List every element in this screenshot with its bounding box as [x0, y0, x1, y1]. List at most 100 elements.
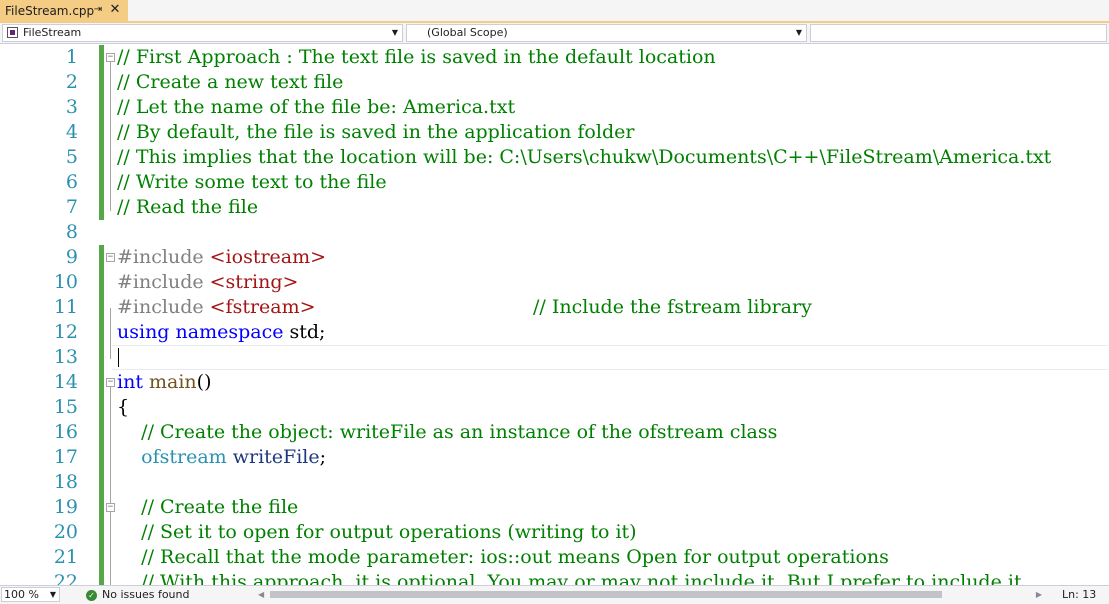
pin-icon[interactable]: ⇥ — [92, 4, 104, 16]
code-token: // Create the object: writeFile as an in… — [141, 421, 778, 443]
change-marker — [99, 195, 104, 220]
change-marker — [99, 170, 104, 195]
code-text: // Let the name of the file be: America.… — [117, 95, 515, 120]
project-dropdown-value: FileStream — [23, 26, 82, 39]
line-number: 4 — [65, 121, 78, 143]
change-marker — [99, 420, 104, 445]
zoom-level: 100 % — [4, 588, 39, 601]
change-marker — [99, 120, 104, 145]
change-marker — [99, 470, 104, 495]
scroll-right-icon[interactable]: ▶ — [1036, 588, 1042, 601]
code-token: namespace — [175, 321, 284, 343]
change-marker — [99, 570, 104, 585]
code-line[interactable]: 18 — [0, 470, 1109, 495]
code-text: // This implies that the location will b… — [117, 145, 1051, 170]
issues-text: No issues found — [102, 588, 190, 601]
code-token: { — [117, 396, 130, 418]
code-line[interactable]: 13 — [0, 345, 1109, 370]
code-line[interactable]: 14 − int main() — [0, 370, 1109, 395]
code-line[interactable]: 6 // Write some text to the file — [0, 170, 1109, 195]
member-dropdown[interactable] — [810, 24, 1107, 42]
line-number: 1 — [65, 46, 78, 68]
code-text: #include <iostream> — [117, 245, 326, 270]
code-token: () — [196, 371, 212, 393]
scope-dropdown[interactable]: (Global Scope) ▼ — [406, 24, 807, 42]
code-line[interactable]: 3 // Let the name of the file be: America… — [0, 95, 1109, 120]
code-text: // Read the file — [117, 195, 258, 220]
code-text: #include <fstream> // Include the fstrea… — [117, 295, 812, 320]
code-line[interactable]: 1 −// First Approach : The text file is s… — [0, 45, 1109, 70]
collapse-icon[interactable]: − — [106, 253, 115, 262]
code-token: // Read the file — [117, 196, 259, 218]
close-icon[interactable]: ✕ — [108, 3, 122, 17]
check-circle-icon: ✓ — [86, 589, 97, 601]
project-dropdown[interactable]: FileStream ▼ — [2, 24, 403, 42]
code-line[interactable]: 5 // This implies that the location will … — [0, 145, 1109, 170]
chevron-down-icon: ▼ — [795, 28, 802, 37]
line-number: 8 — [65, 221, 78, 243]
code-token: main — [149, 371, 197, 393]
code-line[interactable]: 10 #include <string> — [0, 270, 1109, 295]
code-text: using namespace std; — [117, 320, 325, 345]
code-token: // With this approach, it is optional. Y… — [141, 571, 1022, 585]
line-number: 19 — [53, 496, 78, 518]
code-line[interactable]: 9 − #include <iostream> — [0, 245, 1109, 270]
issues-indicator[interactable]: ✓ No issues found — [86, 587, 189, 603]
scroll-left-icon[interactable]: ◀ — [258, 588, 264, 601]
code-token: // Write some text to the file — [117, 171, 387, 193]
line-number: 18 — [53, 471, 78, 493]
code-editor[interactable]: 1−// First Approach : The text file is s… — [0, 44, 1109, 585]
line-number: 7 — [65, 196, 78, 218]
line-number: 16 — [53, 421, 78, 443]
change-marker — [99, 545, 104, 570]
code-token: using — [117, 321, 170, 343]
code-line[interactable]: 7 // Read the file — [0, 195, 1109, 220]
document-tab-filestream[interactable]: FileStream.cpp ⇥ ✕ — [0, 0, 128, 21]
code-token: // Create the file — [141, 496, 299, 518]
text-caret — [118, 348, 119, 367]
line-number: 11 — [53, 296, 78, 318]
line-number: 5 — [65, 146, 78, 168]
project-icon — [7, 27, 18, 38]
line-number: 20 — [53, 521, 78, 543]
line-number-status[interactable]: Ln: 13 — [1062, 587, 1096, 603]
code-line[interactable]: 4 // By default, the file is saved in the… — [0, 120, 1109, 145]
document-tab-strip: FileStream.cpp ⇥ ✕ — [0, 0, 1109, 23]
code-token: <string> — [209, 271, 299, 293]
chevron-down-icon: ▼ — [391, 28, 398, 37]
scope-dropdown-value: (Global Scope) — [427, 26, 508, 39]
code-line[interactable]: 2 // Create a new text file — [0, 70, 1109, 95]
code-line[interactable]: 16 // Create the object: writeFile as an… — [0, 420, 1109, 445]
line-number: 13 — [53, 346, 78, 368]
line-number: 22 — [53, 571, 78, 585]
collapse-icon[interactable]: − — [106, 503, 115, 512]
code-line[interactable]: 12 using namespace std; — [0, 320, 1109, 345]
code-text: // Create a new text file — [117, 70, 343, 95]
horizontal-scrollbar[interactable]: ◀ ▶ — [258, 588, 1042, 601]
current-line-highlight — [112, 345, 1108, 370]
change-marker — [99, 520, 104, 545]
code-line[interactable]: 21 // Recall that the mode parameter: io… — [0, 545, 1109, 570]
code-text: // Create the object: writeFile as an in… — [117, 420, 777, 445]
code-line[interactable]: 17 ofstream writeFile; — [0, 445, 1109, 470]
code-line[interactable]: 22 // With this approach, it is optional… — [0, 570, 1109, 585]
collapse-icon[interactable]: − — [106, 378, 115, 387]
code-line[interactable]: 8 — [0, 220, 1109, 245]
zoom-dropdown[interactable]: 100 % ▼ — [1, 587, 60, 602]
code-token: // First Approach : The text file is sav… — [117, 46, 716, 68]
code-token: std; — [283, 321, 326, 343]
code-line[interactable]: 19 − // Create the file — [0, 495, 1109, 520]
collapse-icon[interactable]: − — [106, 53, 115, 62]
code-line[interactable]: 11 #include <fstream> // Include the fstr… — [0, 295, 1109, 320]
code-line[interactable]: 20 // Set it to open for output operatio… — [0, 520, 1109, 545]
code-token: // Let the name of the file be: America.… — [117, 96, 516, 118]
scrollbar-thumb[interactable] — [270, 591, 942, 598]
line-number: 14 — [53, 371, 78, 393]
code-line[interactable]: 15 { — [0, 395, 1109, 420]
